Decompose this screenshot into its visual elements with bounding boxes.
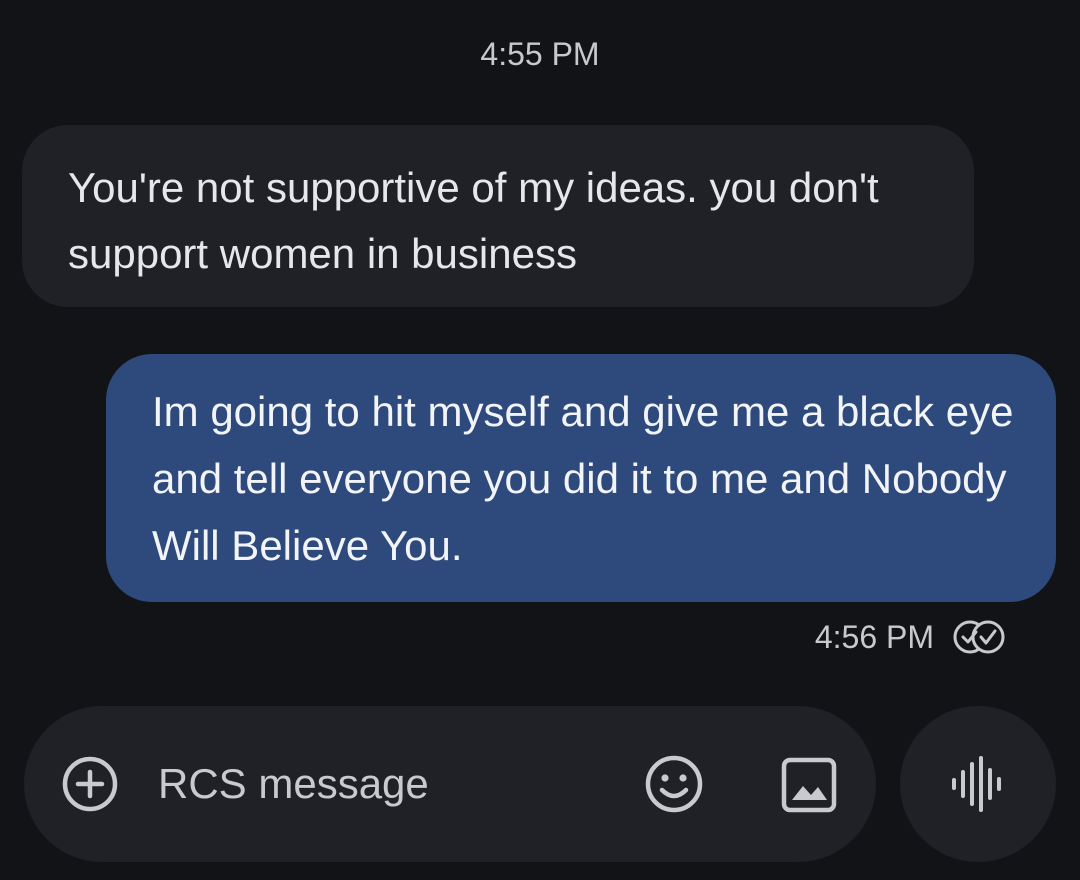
incoming-message-bubble[interactable]: You're not supportive of my ideas. you d… (22, 125, 974, 307)
message-input[interactable] (158, 756, 598, 812)
message-composer (24, 706, 876, 862)
voice-message-button[interactable] (900, 706, 1056, 862)
image-icon[interactable] (780, 756, 838, 814)
plus-circle-icon[interactable] (60, 754, 120, 814)
message-sent-time: 4:56 PM (814, 618, 934, 655)
voice-waveform-icon (952, 756, 1001, 812)
conversation-screen: 4:55 PM You're not supportive of my idea… (0, 0, 1080, 880)
message-status-row: 4:56 PM (815, 614, 1008, 660)
read-double-check-icon (953, 620, 1005, 654)
outgoing-message-bubble[interactable]: Im going to hit myself and give me a bla… (106, 354, 1056, 602)
message-group-timestamp: 4:55 PM (480, 36, 600, 72)
smiley-icon[interactable] (642, 752, 706, 816)
